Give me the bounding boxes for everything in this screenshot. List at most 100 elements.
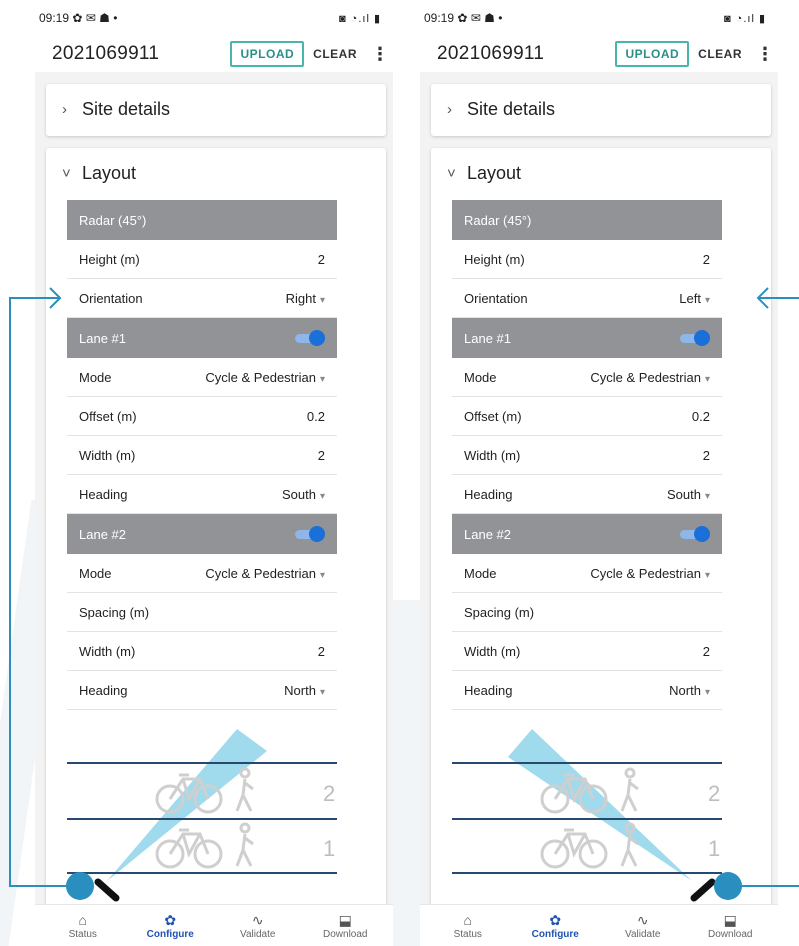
dropdown-caret-icon: ▾ — [704, 569, 710, 581]
lane1-toggle[interactable] — [295, 330, 325, 346]
nav-download[interactable]: ⬓ Download — [310, 912, 380, 940]
more-menu-icon[interactable]: ⋮ — [756, 44, 774, 65]
phone-screen-right: 09:19 ✿ ✉ ☗ • ◙ ◔.ıl ▮ 2021069911 UPLOAD… — [420, 0, 778, 946]
nav-validate[interactable]: ∿ Validate — [608, 912, 678, 940]
nav-validate-label: Validate — [240, 928, 276, 940]
pedestrian-icon — [235, 767, 254, 812]
site-details-card[interactable]: › Site details — [46, 84, 386, 136]
nav-configure-label: Configure — [531, 928, 579, 940]
lane-number-1: 1 — [323, 836, 335, 861]
height-row[interactable]: Height (m) 2 — [67, 240, 337, 279]
nav-status[interactable]: ⌂ Status — [433, 912, 503, 940]
nav-configure-label: Configure — [146, 928, 194, 940]
lane2-section-header: Lane #2 — [67, 514, 337, 554]
upload-button[interactable]: UPLOAD — [230, 41, 305, 67]
app-title: 2021069911 — [437, 43, 545, 64]
notification-icons: ✿ ✉ ☗ • — [72, 11, 118, 25]
orientation-label: Orientation — [464, 290, 528, 306]
phone-screen-left: 09:19 ✿ ✉ ☗ • ◙ ◔.ıl ▮ 2021069911 UPLOAD… — [35, 0, 393, 946]
lane2-spacing-row[interactable]: Spacing (m) — [67, 593, 337, 632]
lane1-mode-row[interactable]: Mode Cycle & Pedestrian ▾ — [452, 358, 722, 397]
lane2-spacing-row[interactable]: Spacing (m) — [452, 593, 722, 632]
radar-section-header: Radar (45°) — [452, 200, 722, 240]
nav-configure[interactable]: ✿ Configure — [520, 912, 590, 940]
lane1-section-header: Lane #1 — [67, 318, 337, 358]
lane1-label: Lane #1 — [79, 330, 126, 346]
lane2-label: Lane #2 — [464, 526, 511, 542]
radar-cone — [107, 729, 267, 881]
pedestrian-icon — [235, 822, 254, 867]
lane1-heading-row[interactable]: Heading South ▾ — [452, 475, 722, 514]
lane1-offset-row[interactable]: Offset (m) 0.2 — [452, 397, 722, 436]
nav-validate[interactable]: ∿ Validate — [223, 912, 293, 940]
nav-status-label: Status — [453, 928, 482, 940]
lane1-width-row[interactable]: Width (m) 2 — [67, 436, 337, 475]
upload-button[interactable]: UPLOAD — [615, 41, 690, 67]
lane2-toggle[interactable] — [295, 526, 325, 542]
lane2-width-value: 2 — [702, 643, 710, 659]
lane2-heading-value: North — [284, 682, 316, 698]
radar-cone — [508, 729, 692, 881]
layout-card: ˅ Layout Radar (45°) Height (m) 2 Orienta… — [46, 148, 386, 908]
clear-button[interactable]: CLEAR — [313, 47, 357, 61]
orientation-row[interactable]: Orientation Right ▾ — [67, 279, 337, 318]
lane2-mode-row[interactable]: Mode Cycle & Pedestrian ▾ — [67, 554, 337, 593]
bottom-navigation: ⌂ Status ✿ Configure ∿ Validate ⬓ Download — [420, 904, 778, 946]
lane1-heading-label: Heading — [464, 486, 513, 502]
dropdown-caret-icon: ▾ — [704, 490, 710, 502]
nav-status-label: Status — [68, 928, 97, 940]
download-icon: ⬓ — [338, 911, 352, 928]
clear-button[interactable]: CLEAR — [698, 47, 742, 61]
lane1-section-header: Lane #1 — [452, 318, 722, 358]
layout-header[interactable]: ˅ Layout — [431, 148, 771, 198]
lane1-mode-row[interactable]: Mode Cycle & Pedestrian ▾ — [67, 358, 337, 397]
layout-card: ˅ Layout Radar (45°) Height (m) 2 Orienta… — [431, 148, 771, 908]
lane-diagram: 2 1 — [452, 723, 722, 883]
status-time: 09:19 — [39, 11, 70, 25]
lane2-width-row[interactable]: Width (m) 2 — [67, 632, 337, 671]
status-time: 09:19 — [424, 11, 455, 25]
lane2-mode-value: Cycle & Pedestrian — [205, 565, 316, 581]
height-label: Height (m) — [79, 251, 140, 267]
more-menu-icon[interactable]: ⋮ — [371, 44, 389, 65]
lane2-mode-label: Mode — [464, 565, 497, 581]
lane1-heading-value: South — [666, 486, 701, 502]
radar-section-header: Radar (45°) — [67, 200, 337, 240]
download-icon: ⬓ — [723, 911, 737, 928]
app-title: 2021069911 — [52, 43, 160, 64]
lane1-width-row[interactable]: Width (m) 2 — [452, 436, 722, 475]
chevron-right-icon: › — [62, 100, 67, 118]
home-icon: ⌂ — [78, 911, 87, 928]
lane1-heading-row[interactable]: Heading South ▾ — [67, 475, 337, 514]
lane1-offset-row[interactable]: Offset (m) 0.2 — [67, 397, 337, 436]
app-bar: 2021069911 UPLOAD CLEAR ⋮ — [35, 36, 393, 72]
lane1-width-value: 2 — [317, 447, 325, 463]
status-bar: 09:19 ✿ ✉ ☗ • ◙ ◔.ıl ▮ — [35, 0, 393, 36]
lane2-heading-label: Heading — [464, 682, 513, 698]
height-value: 2 — [317, 251, 325, 267]
pulse-icon: ∿ — [636, 911, 649, 928]
lane2-heading-row[interactable]: Heading North ▾ — [452, 671, 722, 710]
pedestrian-icon — [620, 767, 639, 812]
lane2-width-label: Width (m) — [79, 643, 136, 659]
lane2-heading-value: North — [669, 682, 701, 698]
app-bar: 2021069911 UPLOAD CLEAR ⋮ — [420, 36, 778, 72]
nav-status[interactable]: ⌂ Status — [48, 912, 118, 940]
site-details-card[interactable]: › Site details — [431, 84, 771, 136]
lane2-heading-row[interactable]: Heading North ▾ — [67, 671, 337, 710]
orientation-row[interactable]: Orientation Left ▾ — [452, 279, 722, 318]
height-row[interactable]: Height (m) 2 — [452, 240, 722, 279]
nav-download-label: Download — [708, 928, 753, 940]
layout-header[interactable]: ˅ Layout — [46, 148, 386, 198]
radar-label: Radar (45°) — [79, 212, 147, 228]
lane2-mode-row[interactable]: Mode Cycle & Pedestrian ▾ — [452, 554, 722, 593]
lane2-heading-label: Heading — [79, 682, 128, 698]
nav-configure[interactable]: ✿ Configure — [135, 912, 205, 940]
lane2-width-row[interactable]: Width (m) 2 — [452, 632, 722, 671]
lane1-toggle[interactable] — [680, 330, 710, 346]
lane1-label: Lane #1 — [464, 330, 511, 346]
nav-download[interactable]: ⬓ Download — [695, 912, 765, 940]
dropdown-caret-icon: ▾ — [319, 294, 325, 306]
pulse-icon: ∿ — [251, 911, 264, 928]
lane2-toggle[interactable] — [680, 526, 710, 542]
